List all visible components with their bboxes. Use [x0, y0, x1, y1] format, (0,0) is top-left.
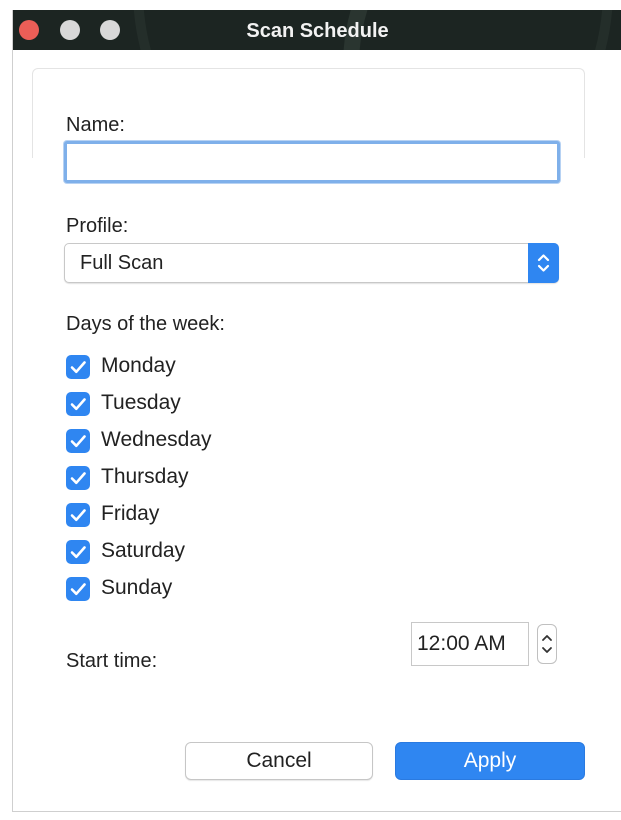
checkmark-icon[interactable] [66, 392, 90, 416]
name-input[interactable] [64, 141, 560, 183]
checkmark-icon[interactable] [66, 466, 90, 490]
stepper-arrows-icon[interactable] [537, 624, 557, 664]
profile-select[interactable]: Full Scan [64, 243, 559, 283]
profile-label: Profile: [66, 215, 129, 237]
checkmark-icon[interactable] [66, 503, 90, 527]
checkmark-icon[interactable] [66, 540, 90, 564]
day-label: Sunday [101, 576, 173, 599]
day-label: Thursday [101, 465, 189, 488]
checkmark-icon[interactable] [66, 355, 90, 379]
checkmark-icon[interactable] [66, 429, 90, 453]
day-label: Monday [101, 354, 176, 377]
days-of-week-label: Days of the week: [66, 313, 225, 335]
profile-select-value: Full Scan [80, 252, 164, 274]
day-label: Saturday [101, 539, 186, 562]
title-bar: Scan Schedule [13, 10, 621, 50]
day-label: Wednesday [101, 428, 212, 451]
start-time-field[interactable]: 12:00 AM [411, 622, 529, 666]
cancel-button[interactable]: Cancel [185, 742, 373, 780]
name-label: Name: [66, 114, 125, 136]
window-title: Scan Schedule [246, 20, 389, 42]
day-label: Friday [101, 502, 160, 525]
day-label: Tuesday [101, 391, 181, 414]
chevron-up-down-icon[interactable] [528, 243, 559, 283]
start-time-label: Start time: [66, 650, 158, 672]
apply-button[interactable]: Apply [395, 742, 585, 780]
checkmark-icon[interactable] [66, 577, 90, 601]
